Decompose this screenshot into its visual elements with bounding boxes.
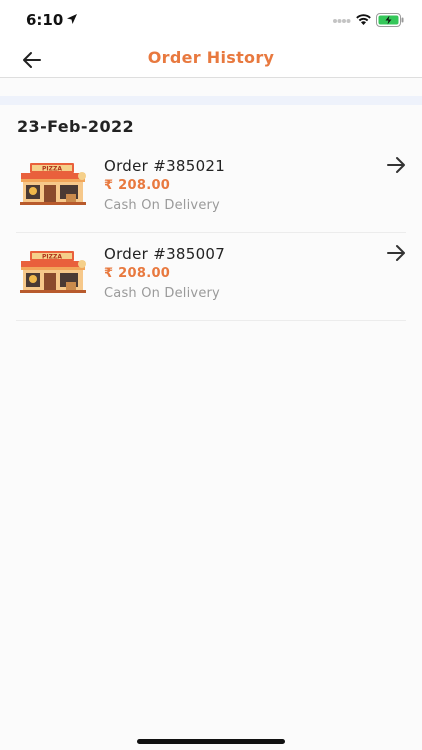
battery-charging-icon [376, 13, 404, 27]
order-number: Order #385021 [104, 157, 226, 175]
order-row[interactable]: PIZZA Order #385007 ₹ 208.00 Cash On Del… [16, 233, 406, 321]
pizza-shop-icon: PIZZA [20, 251, 86, 293]
order-row[interactable]: PIZZA Order #385021 ₹ 208.00 Cash On Del… [16, 145, 406, 233]
order-amount: ₹ 208.00 [104, 266, 171, 281]
page-title: Order History [147, 48, 275, 67]
cellular-signal-icon [333, 19, 351, 23]
order-amount: ₹ 208.00 [104, 178, 171, 193]
location-arrow-icon [67, 14, 77, 24]
arrow-right-icon[interactable] [386, 155, 406, 175]
pizza-shop-icon: PIZZA [20, 163, 86, 205]
arrow-right-icon[interactable] [386, 243, 406, 263]
status-bar: 6:10 [0, 0, 422, 40]
date-heading: 23-Feb-2022 [17, 117, 135, 136]
wifi-icon [356, 14, 371, 25]
svg-text:PIZZA: PIZZA [42, 166, 62, 173]
nav-bar: Order History [0, 40, 422, 78]
home-indicator [137, 739, 285, 744]
svg-text:PIZZA: PIZZA [42, 254, 62, 261]
payment-method: Cash On Delivery [104, 198, 220, 213]
status-time: 6:10 [26, 11, 64, 29]
header-band [0, 96, 422, 105]
order-number: Order #385007 [104, 245, 226, 263]
payment-method: Cash On Delivery [104, 286, 220, 301]
